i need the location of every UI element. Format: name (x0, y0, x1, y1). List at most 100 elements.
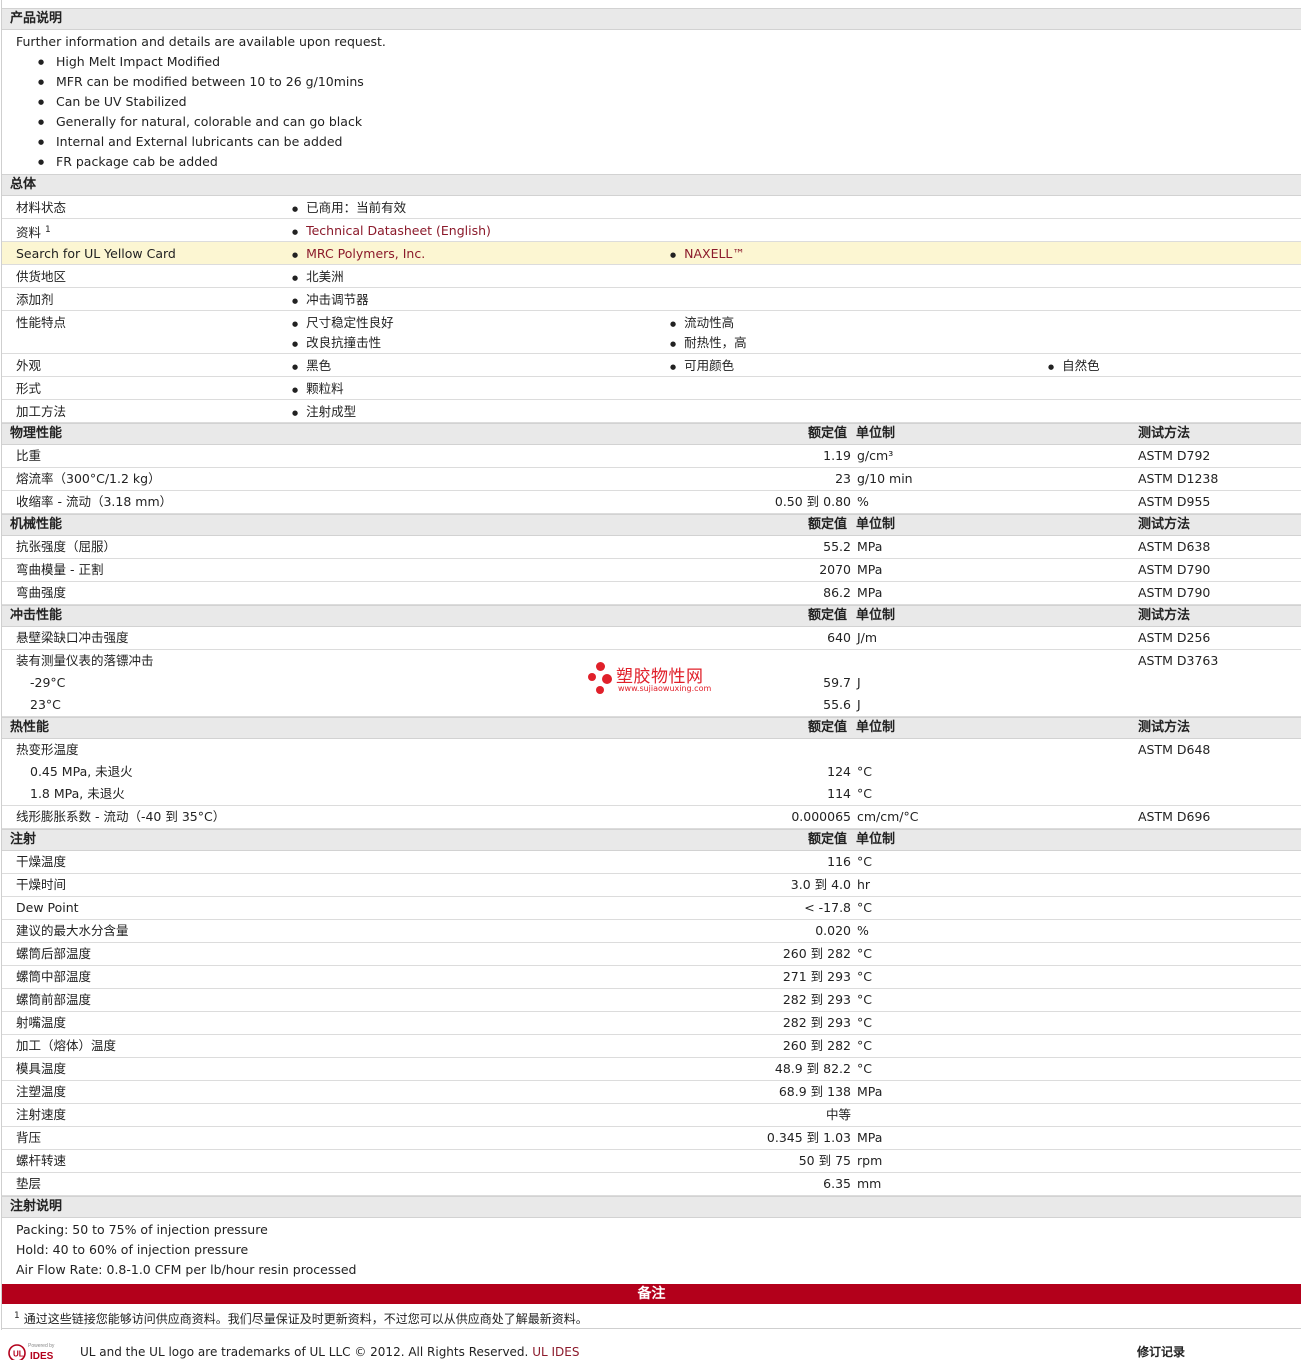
feature-item: High Melt Impact Modified (16, 52, 1301, 72)
general-value: ● 耐热性，高 (670, 333, 747, 355)
header-nominal: 额定值 (808, 832, 848, 847)
header-nominal: 额定值 (808, 720, 848, 735)
property-unit: J/m (857, 630, 878, 645)
property-label: 垫层 (16, 1176, 42, 1191)
property-label: 背压 (16, 1130, 42, 1145)
product-description: Further information and details are avai… (2, 30, 1301, 174)
general-value[interactable]: ● NAXELL™ (670, 244, 745, 266)
bullet-icon: ● (292, 363, 299, 371)
property-row: 注塑温度 68.9 到 138 MPa (2, 1081, 1301, 1104)
property-row: 抗张强度（屈服） 55.2 MPa ASTM D638 (2, 536, 1301, 559)
property-label: 螺杆转速 (16, 1153, 67, 1168)
watermark-url: www.sujiaowuxing.com (618, 684, 712, 693)
property-value: 55.6 (823, 697, 851, 712)
header-unit: 单位制 (856, 720, 896, 735)
intro-text: Further information and details are avai… (16, 34, 386, 49)
header-unit: 单位制 (856, 608, 896, 623)
property-label: 收缩率 - 流动（3.18 mm） (16, 494, 173, 509)
property-value: 1.19 (823, 448, 851, 463)
general-value-link[interactable]: Technical Datasheet (English) (306, 223, 491, 238)
header-method: 测试方法 (1138, 517, 1191, 532)
general-value-text: 改良抗撞击性 (306, 335, 382, 350)
property-label: 干燥温度 (16, 854, 67, 869)
header-nominal: 额定值 (808, 517, 848, 532)
property-value: 48.9 到 82.2 (774, 1061, 851, 1076)
remarks-banner: 备注 (2, 1284, 1301, 1304)
property-row: 熔流率（300°C/1.2 kg） 23 g/10 min ASTM D1238 (2, 468, 1301, 491)
property-label: Dew Point (16, 900, 79, 915)
property-row: 加工（熔体）温度 260 到 282 °C (2, 1035, 1301, 1058)
property-row: 螺筒后部温度 260 到 282 °C (2, 943, 1301, 966)
property-row: 线形膨胀系数 - 流动（-40 到 35°C） 0.000065 cm/cm/°C A… (2, 806, 1301, 829)
test-method: ASTM D638 (1138, 539, 1211, 554)
section-title: 物理性能 (10, 426, 63, 441)
property-value: 282 到 293 (782, 992, 851, 1007)
bullet-icon: ● (292, 251, 299, 259)
bullet-icon: ● (292, 409, 299, 417)
property-row: 弯曲模量 - 正割 2070 MPa ASTM D790 (2, 559, 1301, 582)
general-value-link[interactable]: MRC Polymers, Inc. (306, 246, 425, 261)
general-value: ● 自然色 (1048, 356, 1100, 378)
watermark-logo: 塑胶物性网 www.sujiaowuxing.com (588, 660, 728, 700)
general-row-label: 资料 1 (16, 225, 51, 241)
property-value: 6.35 (823, 1176, 851, 1191)
property-unit: °C (857, 786, 872, 801)
feature-item: Internal and External lubricants can be … (16, 132, 1301, 152)
property-value: 0.020 (815, 923, 851, 938)
property-row: 悬壁梁缺口冲击强度 640 J/m ASTM D256 (2, 627, 1301, 650)
section-title: 注射说明 (10, 1199, 63, 1214)
property-unit: °C (857, 854, 872, 869)
header-method: 测试方法 (1138, 608, 1191, 623)
general-value-link[interactable]: NAXELL™ (684, 246, 745, 261)
general-row: 材料状态 ● 已商用：当前有效 (2, 196, 1301, 219)
property-value: 0.50 到 0.80 (774, 494, 851, 509)
general-value-text: 尺寸稳定性良好 (306, 315, 394, 330)
property-tables: 物理性能 额定值 单位制 测试方法 比重 1.19 g/cm³ ASTM D792 熔流率（30… (2, 423, 1301, 1196)
header-method: 测试方法 (1138, 426, 1191, 441)
property-label: 加工（熔体）温度 (16, 1038, 117, 1053)
property-row: 射嘴温度 282 到 293 °C (2, 1012, 1301, 1035)
property-unit: g/10 min (857, 471, 913, 486)
property-row: 螺筒前部温度 282 到 293 °C (2, 989, 1301, 1012)
bullet-icon: ● (1048, 363, 1055, 371)
section-title: 机械性能 (10, 517, 63, 532)
note-line: Packing: 50 to 75% of injection pressure (16, 1222, 268, 1237)
footnote-ref: 1 (45, 225, 51, 235)
property-unit: MPa (857, 1084, 883, 1099)
property-unit: g/cm³ (857, 448, 894, 463)
bullet-icon: ● (292, 274, 299, 282)
property-unit: °C (857, 992, 872, 1007)
general-value-text: 冲击调节器 (306, 292, 369, 307)
property-unit: J (857, 675, 861, 690)
general-row: 资料 1 ● Technical Datasheet (English) (2, 219, 1301, 242)
general-value-text: 自然色 (1062, 358, 1100, 373)
section-title: 注射 (10, 832, 37, 847)
property-row: 0.45 MPa, 未退火 124 °C (2, 761, 1301, 783)
ul-ides-logo-icon[interactable]: UL Powered by IDES (8, 1342, 70, 1360)
note-line: Hold: 40 to 60% of injection pressure (16, 1242, 249, 1257)
property-value: 59.7 (823, 675, 851, 690)
revision-history-link[interactable]: 修订记录 (1137, 1343, 1185, 1360)
general-value[interactable]: ● Technical Datasheet (English) (292, 221, 491, 243)
feature-item: MFR can be modified between 10 to 26 g/1… (16, 72, 1301, 92)
property-value: 55.2 (823, 539, 851, 554)
ul-ides-link[interactable]: UL IDES (532, 1345, 579, 1359)
general-value: ● 可用颜色 (670, 356, 734, 378)
general-row-label: 外观 (16, 358, 42, 373)
test-method: ASTM D696 (1138, 809, 1211, 824)
property-unit: MPa (857, 1130, 883, 1145)
bullet-icon: ● (292, 386, 299, 394)
bullet-icon: ● (292, 297, 299, 305)
property-value: 68.9 到 138 (778, 1084, 851, 1099)
section-title: 冲击性能 (10, 608, 63, 623)
property-value: 116 (827, 854, 851, 869)
footnote-number: 1 (14, 1311, 20, 1321)
property-value: 0.000065 (791, 809, 851, 824)
general-value: ● 改良抗撞击性 (292, 333, 381, 355)
general-row-label: 性能特点 (16, 315, 67, 330)
property-unit: MPa (857, 562, 883, 577)
general-value[interactable]: ● MRC Polymers, Inc. (292, 244, 425, 266)
property-label: 螺筒后部温度 (16, 946, 92, 961)
injection-notes: Packing: 50 to 75% of injection pressure… (2, 1218, 1301, 1282)
general-row-label: 供货地区 (16, 269, 67, 284)
